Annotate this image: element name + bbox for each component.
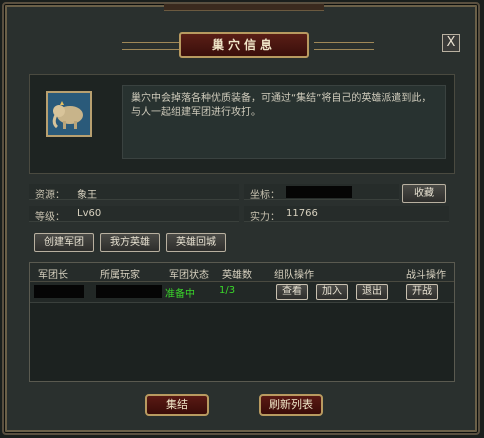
favorite-button[interactable]: 收藏 bbox=[402, 184, 446, 203]
col-legion-leader: 军团长 bbox=[38, 270, 68, 281]
elephant-king-icon bbox=[48, 93, 90, 135]
col-battle-actions: 战斗操作 bbox=[406, 270, 446, 281]
coordinate-redacted bbox=[286, 186, 352, 198]
table-header: 军团长 所属玩家 军团状态 英雄数 组队操作 战斗操作 bbox=[30, 263, 454, 282]
power-value: 11766 bbox=[286, 208, 318, 219]
view-button[interactable]: 查看 bbox=[276, 284, 308, 300]
title-ornament-left bbox=[122, 42, 182, 50]
nest-description: 巢穴中会掉落各种优质装备，可通过“集结”将自己的英雄派遣到此，与人一起组建军团进… bbox=[122, 85, 446, 159]
col-legion-status: 军团状态 bbox=[169, 270, 209, 281]
nest-info-window: 巢穴信息 X 巢穴中会掉落各种优质装备，可通过“集结”将自己的英雄派遣到此，与人… bbox=[2, 2, 480, 435]
legion-table: 军团长 所属玩家 军团状态 英雄数 组队操作 战斗操作 准备中 1/3 查看 加… bbox=[29, 262, 455, 382]
rally-button[interactable]: 集结 bbox=[145, 394, 209, 416]
title-ornament-right bbox=[314, 42, 374, 50]
power-label: 实力： bbox=[250, 212, 280, 223]
leave-button[interactable]: 退出 bbox=[356, 284, 388, 300]
window-top-strip bbox=[164, 4, 324, 11]
window-title: 巢穴信息 bbox=[179, 32, 309, 58]
col-hero-count: 英雄数 bbox=[222, 270, 252, 281]
hero-count: 1/3 bbox=[219, 285, 236, 296]
col-owner-player: 所属玩家 bbox=[100, 270, 140, 281]
nest-portrait bbox=[46, 91, 92, 137]
title-bar: 巢穴信息 bbox=[14, 32, 472, 58]
owner-player-redacted bbox=[96, 285, 162, 298]
resource-value: 象王 bbox=[77, 190, 97, 201]
level-value: Lv60 bbox=[77, 208, 102, 219]
resource-row: 资源： 象王 bbox=[29, 184, 239, 201]
table-row[interactable]: 准备中 1/3 查看 加入 退出 开战 bbox=[30, 282, 454, 303]
power-row: 实力： 11766 bbox=[244, 206, 449, 223]
level-label: 等级： bbox=[35, 212, 65, 223]
coordinate-row: 坐标： bbox=[244, 184, 399, 201]
legion-status: 准备中 bbox=[165, 289, 195, 300]
legion-leader-redacted bbox=[34, 285, 84, 298]
join-button[interactable]: 加入 bbox=[316, 284, 348, 300]
nest-summary-panel: 巢穴中会掉落各种优质装备，可通过“集结”将自己的英雄派遣到此，与人一起组建军团进… bbox=[29, 74, 455, 174]
start-battle-button[interactable]: 开战 bbox=[406, 284, 438, 300]
close-button[interactable]: X bbox=[442, 34, 460, 52]
refresh-list-button[interactable]: 刷新列表 bbox=[259, 394, 323, 416]
col-team-actions: 组队操作 bbox=[274, 270, 314, 281]
hero-return-button[interactable]: 英雄回城 bbox=[166, 233, 226, 252]
my-heroes-button[interactable]: 我方英雄 bbox=[100, 233, 160, 252]
create-legion-button[interactable]: 创建军团 bbox=[34, 233, 94, 252]
coordinate-label: 坐标： bbox=[250, 190, 280, 201]
resource-label: 资源： bbox=[35, 190, 65, 201]
level-row: 等级： Lv60 bbox=[29, 206, 239, 223]
